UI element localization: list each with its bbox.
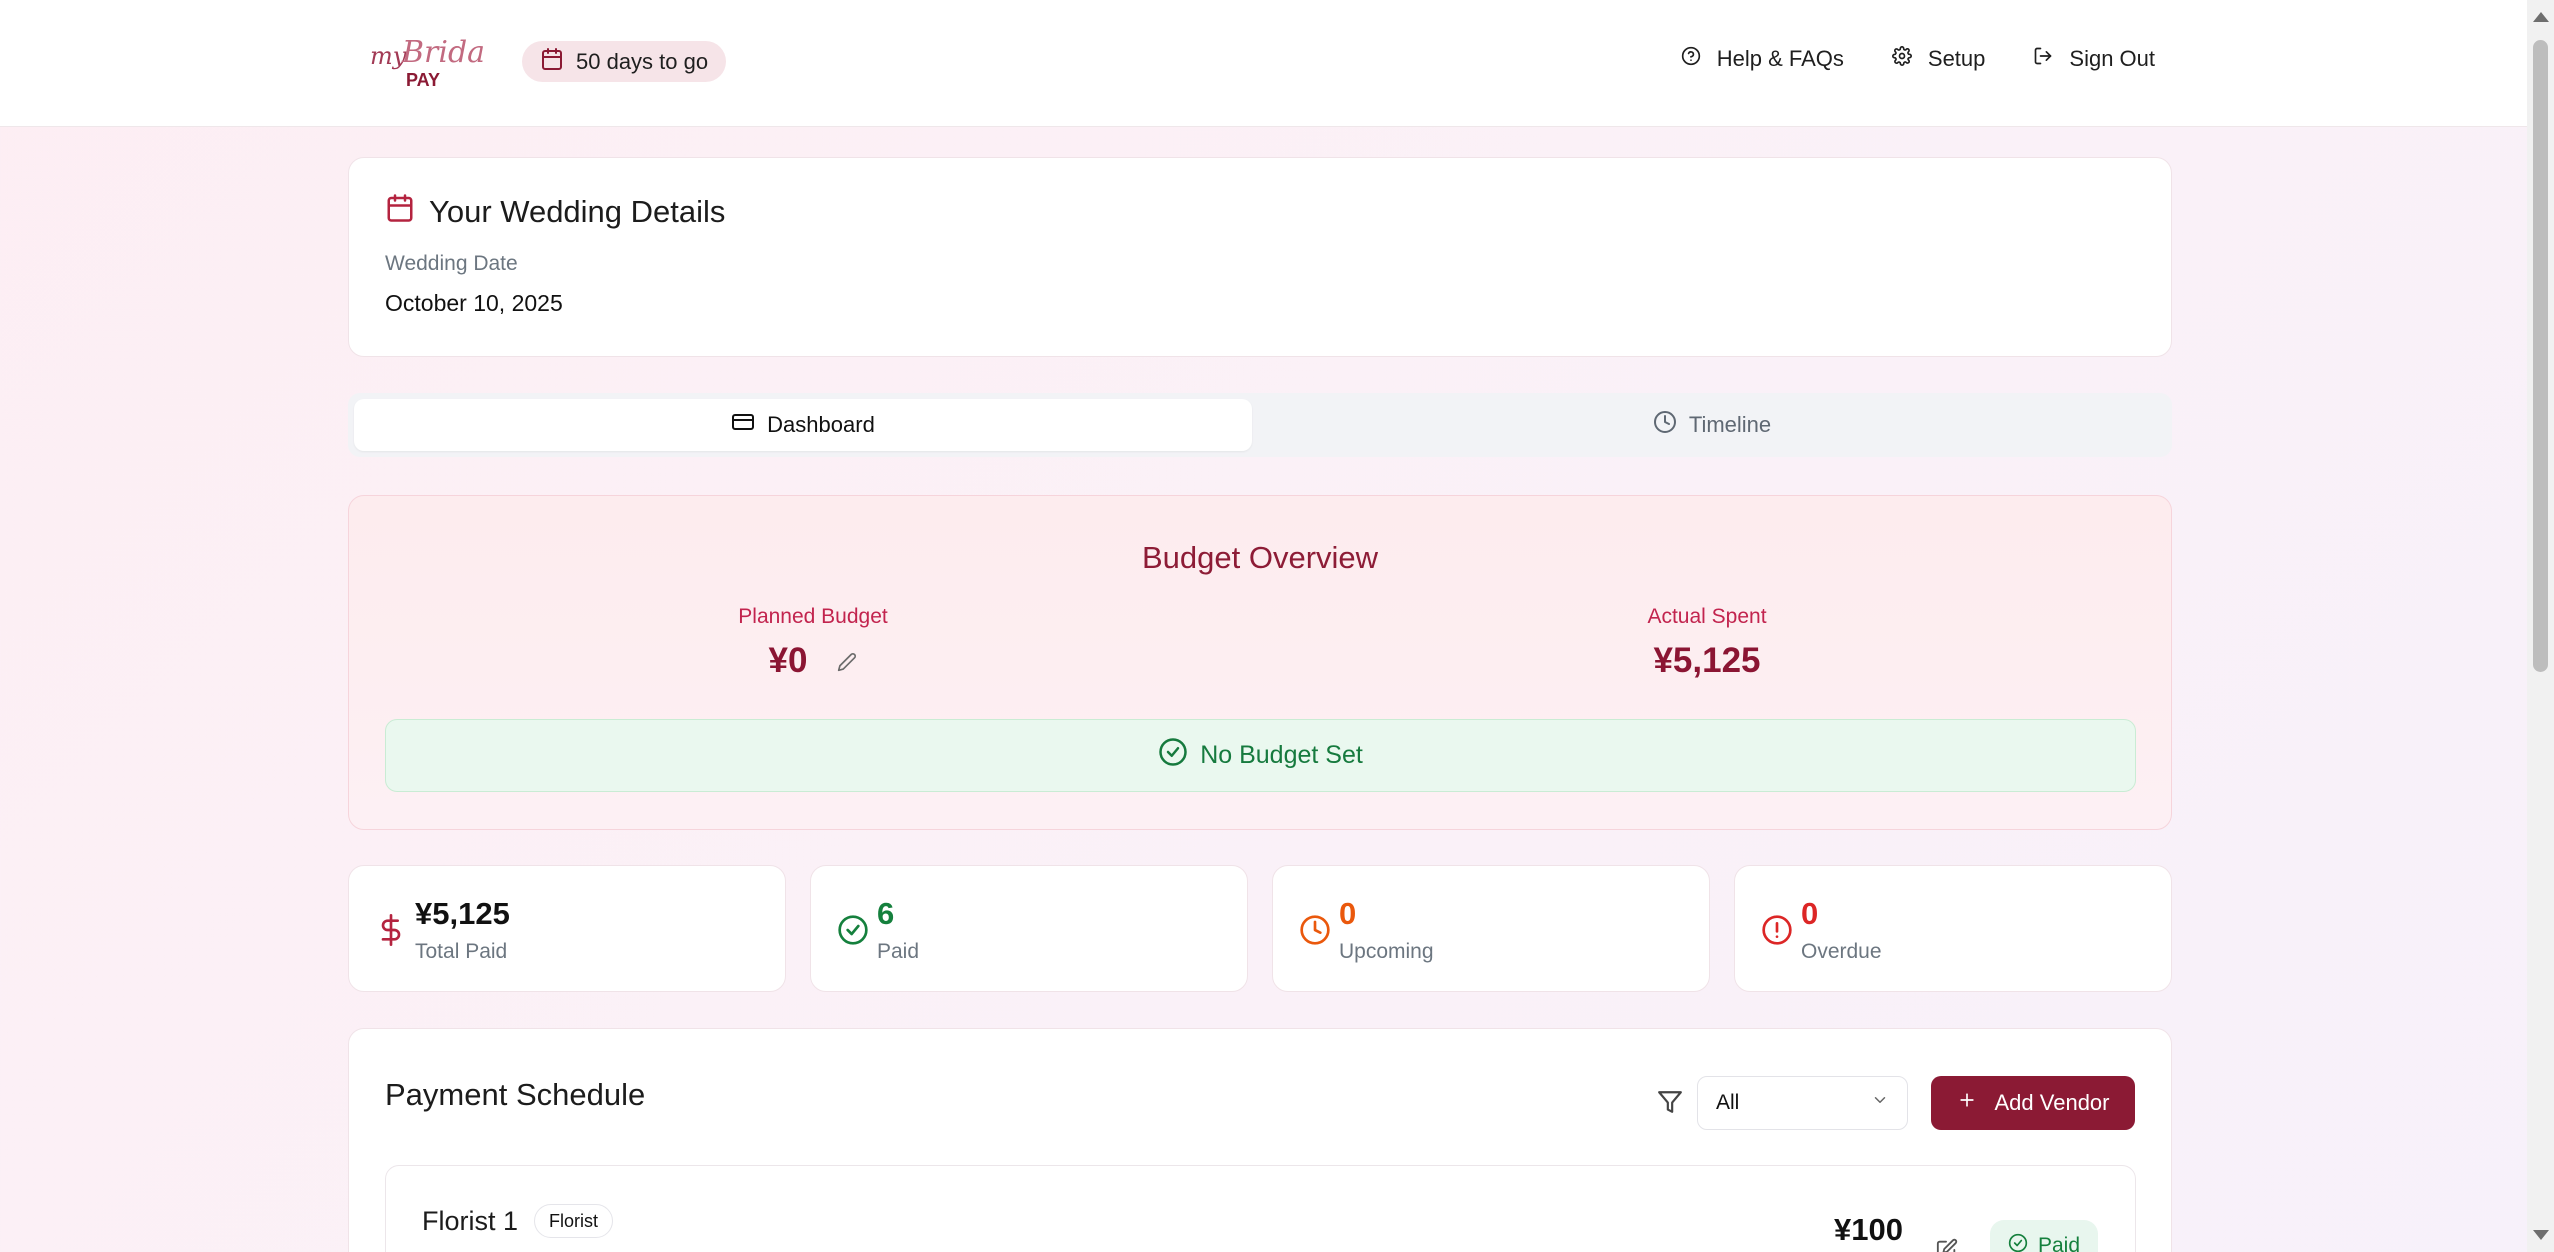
filter-icon [1657, 1089, 1683, 1115]
sign-out-icon [2033, 46, 2053, 72]
view-tabs: Dashboard Timeline [348, 393, 2172, 457]
setup-label: Setup [1927, 46, 1986, 71]
tab-timeline[interactable]: Timeline [1258, 399, 2166, 451]
budget-overview-panel: Budget Overview Planned Budget ¥0 Actual… [348, 495, 2172, 830]
edit-pencil-icon[interactable] [837, 641, 857, 681]
stat-overdue-caption: Overdue [1801, 940, 1882, 963]
top-header: my Bridal PAY 50 days to go Help & FAQs … [0, 0, 2527, 127]
clock-icon [1653, 410, 1677, 440]
clock-icon [1299, 914, 1331, 946]
wedding-details-heading: Your Wedding Details [385, 193, 725, 231]
actual-spent-value: ¥5,125 [1653, 641, 1761, 680]
actual-spent-block: Actual Spent ¥5,125 [1527, 605, 1887, 681]
brand-logo[interactable]: my Bridal PAY [368, 34, 495, 90]
sign-out-link[interactable]: Sign Out [2033, 46, 2155, 72]
calendar-icon [540, 47, 564, 77]
vendor-status-badge: Paid [1990, 1220, 2099, 1252]
planned-budget-amount-row: ¥0 [769, 641, 858, 681]
scroll-down-arrow[interactable] [2533, 1230, 2549, 1240]
scroll-up-arrow[interactable] [2533, 12, 2549, 22]
stat-card-paid: 6 Paid [810, 865, 1248, 992]
gear-icon [1891, 46, 1912, 72]
scrollbar-thumb[interactable] [2533, 40, 2548, 672]
help-faqs-label: Help & FAQs [1716, 46, 1844, 71]
countdown-text: 50 days to go [576, 48, 709, 74]
check-circle-icon [2008, 1233, 2028, 1252]
stat-card-upcoming: 0 Upcoming [1272, 865, 1710, 992]
status-filter-value: All [1716, 1091, 1740, 1114]
vendor-name: Florist 1 [422, 1206, 519, 1236]
add-vendor-label: Add Vendor [1994, 1090, 2110, 1115]
stat-total-paid-caption: Total Paid [415, 940, 508, 963]
sign-out-label: Sign Out [2069, 46, 2155, 71]
stat-overdue-value: 0 [1801, 896, 1819, 931]
budget-overview-title: Budget Overview [1141, 540, 1379, 575]
page-scrollbar[interactable] [2527, 0, 2554, 1252]
planned-budget-block: Planned Budget ¥0 [633, 605, 993, 681]
stat-total-paid-value: ¥5,125 [415, 896, 510, 931]
help-faqs-link[interactable]: Help & FAQs [1681, 46, 1844, 72]
budget-status-banner: No Budget Set [385, 719, 2136, 792]
vendor-amount: ¥100 [1834, 1212, 1903, 1247]
add-vendor-button[interactable]: Add Vendor [1931, 1076, 2135, 1130]
chevron-down-icon [1871, 1091, 1889, 1115]
wedding-details-card: Your Wedding Details Wedding Date Octobe… [348, 157, 2172, 357]
status-filter-select[interactable]: All [1697, 1076, 1908, 1130]
help-circle-icon [1681, 46, 1701, 72]
payment-schedule-card: Payment Schedule All Add Vendor Florist … [348, 1028, 2172, 1252]
stat-upcoming-value: 0 [1339, 896, 1357, 931]
stat-upcoming-caption: Upcoming [1339, 940, 1434, 963]
wedding-date-value: October 10, 2025 [385, 290, 563, 316]
check-circle-icon [837, 914, 869, 946]
vendor-category-badge: Florist [534, 1204, 613, 1238]
planned-budget-value: ¥0 [768, 641, 808, 680]
budget-status-text: No Budget Set [1200, 741, 1363, 769]
wedding-countdown-badge: 50 days to go [522, 41, 727, 82]
stat-paid-caption: Paid [877, 940, 920, 963]
edit-icon[interactable] [1936, 1238, 1958, 1252]
vendor-status-text: Paid [2038, 1234, 2081, 1252]
svg-text:Bridal: Bridal [401, 35, 483, 70]
tab-timeline-label: Timeline [1688, 412, 1772, 437]
actual-spent-label: Actual Spent [1647, 605, 1767, 628]
plus-icon [1957, 1090, 1977, 1116]
tab-dashboard-label: Dashboard [767, 412, 875, 437]
dollar-icon [375, 914, 407, 946]
header-nav: Help & FAQs Setup Sign Out [1681, 46, 2155, 72]
stat-paid-value: 6 [877, 896, 895, 931]
tab-dashboard[interactable]: Dashboard [354, 399, 1252, 451]
svg-text:PAY: PAY [406, 70, 440, 90]
planned-budget-label: Planned Budget [738, 605, 888, 628]
calendar-icon [385, 193, 415, 231]
setup-link[interactable]: Setup [1891, 46, 1986, 72]
wedding-date-label: Wedding Date [385, 252, 518, 275]
wedding-details-title: Your Wedding Details [429, 194, 726, 229]
vendor-row[interactable]: Florist 1 Florist ¥100 Paid [385, 1165, 2136, 1252]
stat-card-overdue: 0 Overdue [1734, 865, 2172, 992]
check-circle-icon [1158, 737, 1188, 774]
payment-schedule-title: Payment Schedule [385, 1077, 646, 1112]
stat-card-total-paid: ¥5,125 Total Paid [348, 865, 786, 992]
alert-circle-icon [1761, 914, 1793, 946]
credit-card-icon [731, 410, 755, 440]
